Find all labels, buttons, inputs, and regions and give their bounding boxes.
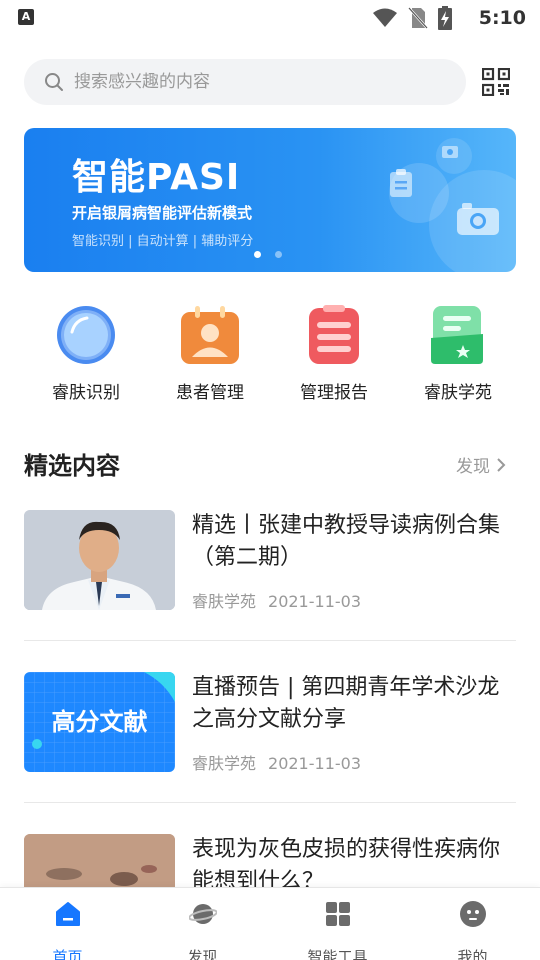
- quick-item-patients[interactable]: 患者管理: [148, 300, 272, 403]
- tab-profile[interactable]: 我的: [405, 900, 540, 960]
- article-card[interactable]: 表现为灰色皮损的获得性疾病你能想到什么？: [24, 834, 516, 887]
- banner-tags: 智能识别 | 自动计算 | 辅助评分: [72, 234, 254, 249]
- article-card[interactable]: 精选丨张建中教授导读病例合集（第二期） 睿肤学苑 2021-11-03: [24, 510, 516, 612]
- skin-photo-image: [24, 834, 175, 887]
- divider: [24, 802, 516, 803]
- qr-scan-icon[interactable]: [482, 68, 510, 96]
- article-title: 精选丨张建中教授导读病例合集（第二期）: [192, 513, 501, 570]
- quick-item-reports[interactable]: 管理报告: [272, 300, 396, 403]
- no-sim-icon: [408, 7, 428, 29]
- tab-label: 发现: [187, 948, 218, 960]
- article-card[interactable]: 高分文献 直播预告 | 第四期青年学术沙龙之高分文献分享 睿肤学苑 2021-11…: [24, 672, 516, 774]
- article-thumbnail: 高分文献: [24, 672, 175, 772]
- profile-icon: [459, 901, 486, 927]
- article-thumbnail: [24, 510, 175, 610]
- search-input[interactable]: 搜索感兴趣的内容: [24, 59, 466, 105]
- tab-label: 我的: [457, 948, 488, 960]
- banner-subtitle: 开启银屑病智能评估新模式: [72, 204, 253, 222]
- article-title: 表现为灰色皮损的获得性疾病你能想到什么？: [192, 837, 501, 887]
- tab-label: 智能工具: [307, 948, 368, 960]
- tab-smart-tools[interactable]: 智能工具: [270, 900, 405, 960]
- accessibility-icon: A: [18, 9, 34, 25]
- chevron-right-icon: [497, 457, 506, 472]
- photo-icon: [442, 146, 458, 158]
- banner-title: 智能PASI: [72, 157, 241, 198]
- doctor-portrait-image: [24, 510, 175, 610]
- quick-nav: 睿肤识别 患者管理 管理报告 睿肤学苑: [0, 300, 540, 410]
- carousel-dots: [254, 251, 282, 258]
- discover-more-link[interactable]: 发现: [456, 452, 506, 477]
- lens-icon: [55, 304, 117, 366]
- quick-label: 患者管理: [176, 383, 244, 403]
- article-meta: 睿肤学苑 2021-11-03: [192, 588, 361, 612]
- quick-label: 睿肤学苑: [424, 383, 492, 403]
- quick-label: 管理报告: [300, 383, 368, 403]
- carousel-dot-active[interactable]: [254, 251, 261, 258]
- article-meta: 睿肤学苑 2021-11-03: [192, 750, 361, 774]
- tab-home[interactable]: 首页: [0, 900, 135, 960]
- search-icon: [45, 73, 63, 91]
- report-icon: [303, 304, 365, 366]
- quick-label: 睿肤识别: [52, 383, 120, 403]
- clock: 5:10: [478, 7, 526, 29]
- article-date: 2021-11-03: [268, 754, 361, 773]
- battery-charging-icon: [438, 6, 452, 30]
- article-title: 直播预告 | 第四期青年学术沙龙之高分文献分享: [192, 675, 500, 732]
- section-title: 精选内容: [24, 452, 120, 480]
- quick-item-academy[interactable]: 睿肤学苑: [396, 300, 520, 403]
- planet-icon: [187, 904, 218, 924]
- academy-icon: [427, 304, 489, 366]
- article-thumbnail: [24, 834, 175, 887]
- status-icons: [372, 6, 452, 30]
- quick-item-recognition[interactable]: 睿肤识别: [24, 300, 148, 403]
- article-source: 睿肤学苑: [192, 754, 257, 773]
- tab-discover[interactable]: 发现: [135, 900, 270, 960]
- grid-icon: [325, 902, 350, 926]
- carousel-dot[interactable]: [275, 251, 282, 258]
- article-date: 2021-11-03: [268, 592, 361, 611]
- divider: [24, 640, 516, 641]
- promo-banner[interactable]: 智能PASI 开启银屑病智能评估新模式 智能识别 | 自动计算 | 辅助评分: [24, 128, 516, 272]
- wifi-icon: [373, 8, 397, 27]
- clipboard-icon: [390, 169, 412, 197]
- status-bar: A 5:10: [0, 0, 540, 36]
- discover-more-label: 发现: [456, 457, 490, 477]
- home-icon: [55, 902, 80, 926]
- camera-icon: [457, 203, 499, 235]
- search-placeholder: 搜索感兴趣的内容: [74, 72, 210, 92]
- bottom-tab-bar: 首页 发现 智能工具 我的: [0, 887, 540, 960]
- patient-icon: [179, 304, 241, 366]
- tab-label: 首页: [52, 948, 83, 960]
- thumb-caption: 高分文献: [51, 708, 148, 736]
- article-source: 睿肤学苑: [192, 592, 257, 611]
